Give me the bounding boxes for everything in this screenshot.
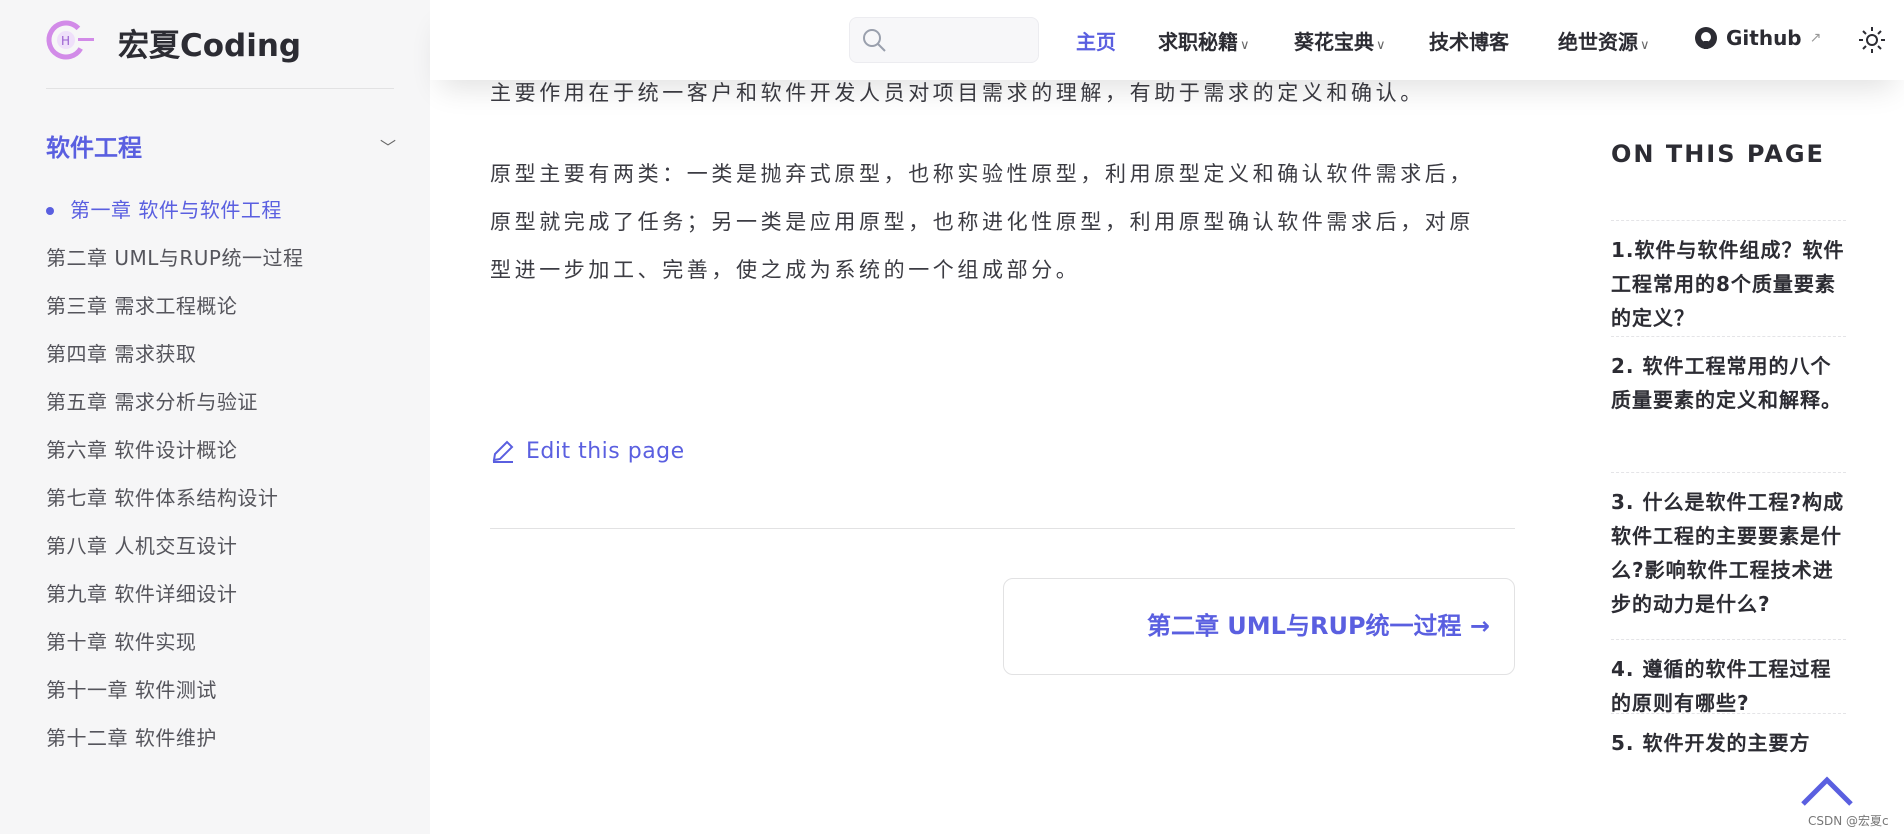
next-page-link[interactable]: 第二章 UML与RUP统一过程 → [1003,578,1515,675]
github-label: Github [1726,26,1802,50]
edit-page-link[interactable]: Edit this page [490,438,685,464]
toc-item[interactable]: 5. 软件开发的主要方 [1611,713,1846,783]
sidebar-item[interactable]: 第十章 软件实现 [46,624,304,672]
divider [46,88,394,89]
nav-label: 绝世资源 [1558,30,1638,54]
toc-item[interactable]: 2. 软件工程常用的八个质量要素的定义和解释。 [1611,336,1846,417]
sidebar-item[interactable]: 第六章 软件设计概论 [46,432,304,480]
github-icon [1695,27,1717,49]
sidebar-item[interactable]: 第八章 人机交互设计 [46,528,304,576]
sidebar-group-title[interactable]: 软件工程 [46,128,142,163]
nav-github[interactable]: Github ↗ [1694,26,1821,50]
brand-name[interactable]: 宏夏Coding [118,20,301,65]
toc-item[interactable]: 3. 什么是软件工程?构成软件工程的主要要素是什么?影响软件工程技术进步的动力是… [1611,472,1846,621]
pencil-icon [492,440,514,463]
chevron-down-icon: ∨ [1240,38,1250,53]
sidebar-item[interactable]: 第一章 软件与软件工程 [46,192,304,240]
chevron-down-icon[interactable]: ﹀ [380,134,396,158]
toc-item[interactable]: 1.软件与软件组成？软件工程常用的8个质量要素的定义？ [1611,220,1846,335]
sidebar-item[interactable]: 第十一章 软件测试 [46,672,304,720]
nav-guide[interactable]: 葵花宝典 ∨ [1294,26,1386,55]
search-button[interactable] [849,17,1039,63]
paragraph-line: 原型主要有两类：一类是抛弃式原型，也称实验性原型，利用原型定义和确认软件需求后， [490,162,1474,186]
sidebar-item[interactable]: 第五章 需求分析与验证 [46,384,304,432]
paragraph-line: 型进一步加工、完善，使之成为系统的一个组成部分。 [490,258,1081,282]
edit-page-label: Edit this page [526,438,685,464]
nav-label: 求职秘籍 [1158,30,1238,54]
toc-title: ON THIS PAGE [1611,140,1825,168]
nav-job[interactable]: 求职秘籍 ∨ [1158,26,1250,55]
search-icon [863,29,886,52]
chevron-down-icon: ∨ [1640,38,1650,53]
nav-label: 葵花宝典 [1294,30,1374,54]
paragraph-line: 原型就完成了任务；另一类是应用原型，也称进化性原型，利用原型确认软件需求后，对原 [490,210,1474,234]
sidebar-items: 第一章 软件与软件工程 第二章 UML与RUP统一过程 第三章 需求工程概论 第四章 … [46,192,304,768]
nav-home[interactable]: 主页 [1076,26,1116,55]
nav-blog[interactable]: 技术博客 [1429,26,1509,55]
sidebar-item[interactable]: 第九章 软件详细设计 [46,576,304,624]
external-link-icon: ↗ [1809,30,1822,46]
sidebar-item[interactable]: 第四章 需求获取 [46,336,304,384]
watermark: CSDN @宏夏c [1808,814,1889,828]
sidebar-item[interactable]: 第七章 软件体系结构设计 [46,480,304,528]
divider [490,528,1515,529]
logo-icon[interactable]: H [44,18,96,62]
sidebar: H 宏夏Coding 软件工程 ﹀ 第一章 软件与软件工程 第二章 UML与RUP… [0,0,430,834]
sun-icon[interactable] [1858,26,1886,54]
toc-item[interactable]: 4. 遵循的软件工程过程的原则有哪些? [1611,639,1846,720]
sidebar-item[interactable]: 第二章 UML与RUP统一过程 [46,240,304,288]
nav-resources[interactable]: 绝世资源 ∨ [1558,26,1650,55]
svg-text:H: H [61,34,70,48]
chevron-down-icon: ∨ [1376,38,1386,53]
paragraph: 原型主要有两类：一类是抛弃式原型，也称实验性原型，利用原型定义和确认软件需求后，… [490,150,1515,294]
sidebar-item[interactable]: 第十二章 软件维护 [46,720,304,768]
back-to-top-icon[interactable] [1800,774,1854,808]
sidebar-item[interactable]: 第三章 需求工程概论 [46,288,304,336]
